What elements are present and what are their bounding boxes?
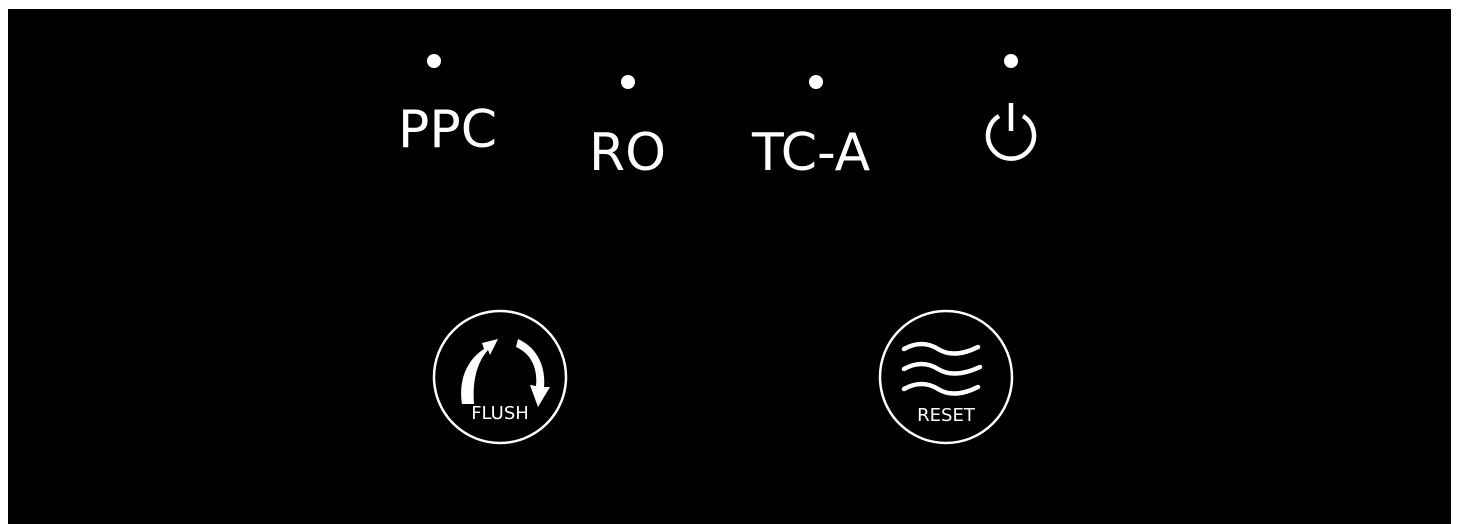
tca-label: TC-A bbox=[752, 123, 871, 183]
control-panel: PPC RO TC-A FLUSH RESET bbox=[8, 9, 1451, 524]
reset-button[interactable]: RESET bbox=[878, 309, 1014, 445]
flush-button[interactable]: FLUSH bbox=[432, 309, 568, 445]
power-indicator-light bbox=[1004, 54, 1018, 68]
power-icon[interactable] bbox=[981, 99, 1041, 166]
ppc-label: PPC bbox=[398, 100, 498, 160]
ro-label: RO bbox=[589, 123, 667, 183]
flush-arrows-icon bbox=[432, 309, 568, 445]
flush-label: FLUSH bbox=[471, 403, 529, 424]
tca-indicator-light bbox=[809, 75, 823, 89]
reset-label: RESET bbox=[917, 405, 975, 426]
ro-indicator-light bbox=[621, 75, 635, 89]
ppc-indicator-light bbox=[427, 54, 441, 68]
